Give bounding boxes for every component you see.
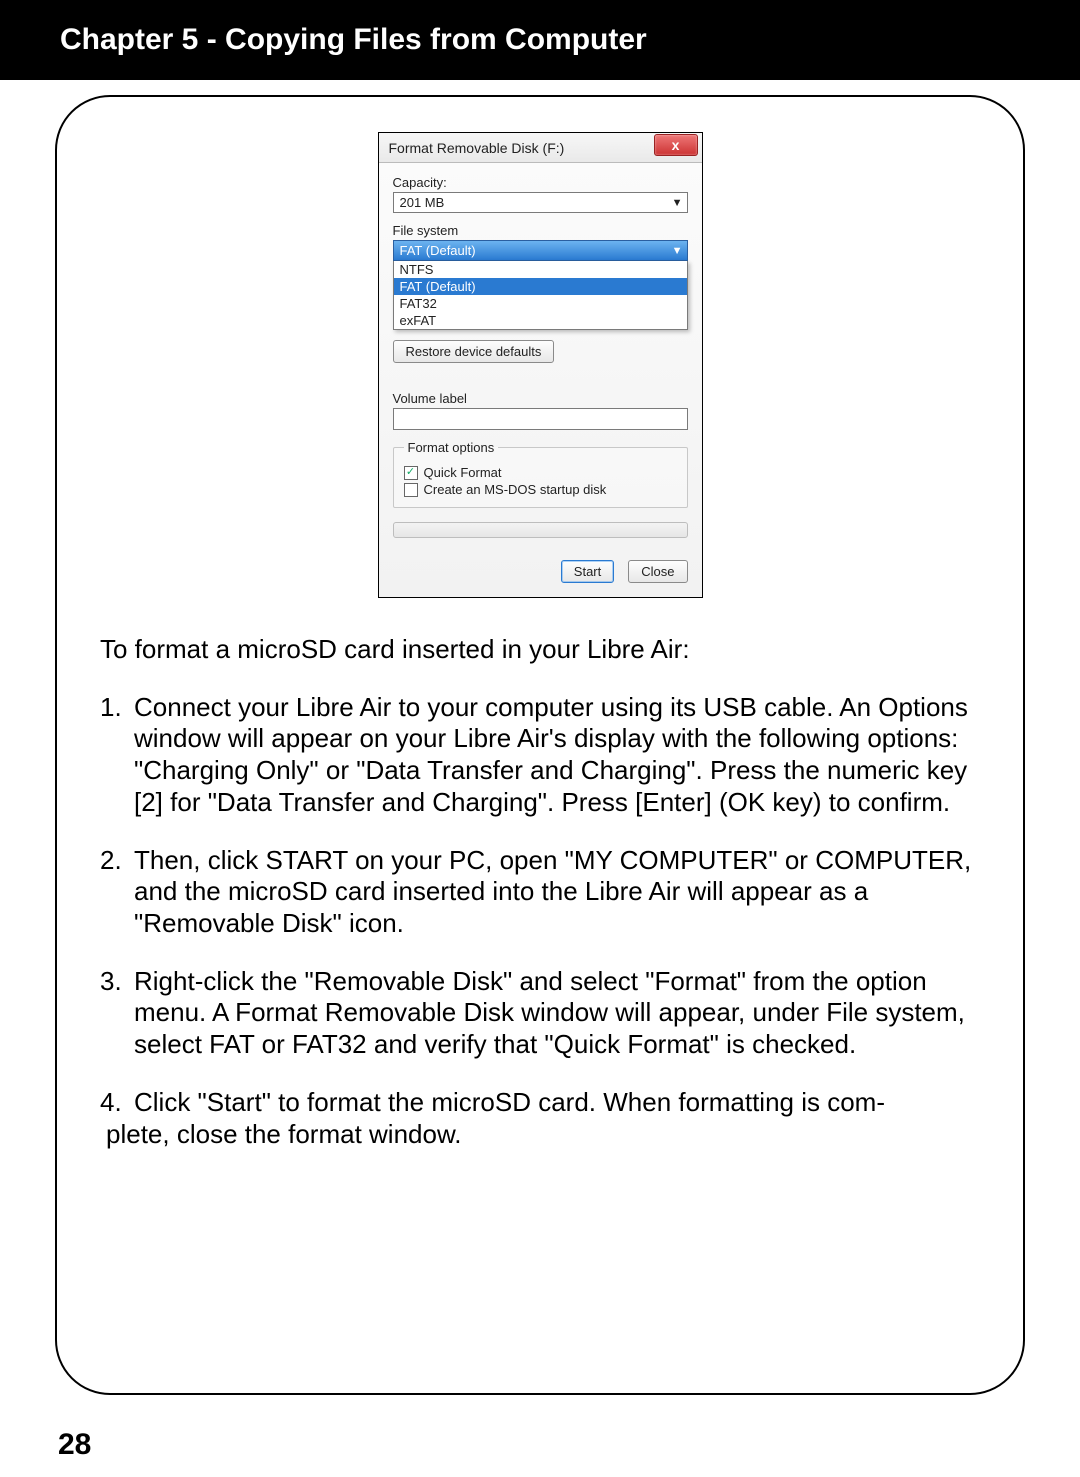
dialog-button-row: Start Close [393,560,688,583]
dialog-body: Capacity: 201 MB ▼ File system FAT (Defa… [379,163,702,597]
format-options-group: Format options ✓ Quick Format Create an … [393,440,688,508]
step-4: 4. Click "Start" to format the microSD c… [100,1087,988,1150]
fs-option-fat32[interactable]: FAT32 [394,295,687,312]
start-button[interactable]: Start [561,560,614,583]
step-3: 3. Right-click the "Removable Disk" and … [100,966,988,1061]
step-2: 2. Then, click START on your PC, open "M… [100,845,988,940]
quick-format-label: Quick Format [424,465,502,480]
restore-defaults-button[interactable]: Restore device defaults [393,340,555,363]
filesystem-dropdown-list[interactable]: NTFS FAT (Default) FAT32 exFAT [393,261,688,330]
content-frame: Format Removable Disk (F:) x Capacity: 2… [55,95,1025,1395]
chapter-header: Chapter 5 - Copying Files from Computer [0,0,1080,80]
filesystem-value: FAT (Default) [400,243,476,258]
dialog-title: Format Removable Disk (F:) [389,140,565,156]
volume-label-label: Volume label [393,391,688,406]
chevron-down-icon: ▼ [672,197,683,209]
dialog-wrapper: Format Removable Disk (F:) x Capacity: 2… [82,132,998,598]
chevron-down-icon: ▼ [672,245,683,257]
step-text: Then, click START on your PC, open "MY C… [134,845,988,940]
step-number: 3. [100,966,134,1061]
capacity-value: 201 MB [400,195,445,210]
intro-text: To format a microSD card inserted in you… [100,634,988,666]
capacity-combo[interactable]: 201 MB ▼ [393,192,688,213]
progress-bar [393,522,688,538]
step-text-line1: Click "Start" to format the microSD card… [134,1087,885,1119]
step-1: 1. Connect your Libre Air to your comput… [100,692,988,819]
page-number: 28 [58,1428,91,1462]
capacity-label: Capacity: [393,175,688,190]
steps-list: 1. Connect your Libre Air to your comput… [100,692,988,1151]
instruction-text: To format a microSD card inserted in you… [82,634,998,1150]
document-page: Chapter 5 - Copying Files from Computer … [0,0,1080,1477]
quick-format-checkbox[interactable]: ✓ [404,466,418,480]
step-number: 4. [100,1087,134,1119]
format-dialog: Format Removable Disk (F:) x Capacity: 2… [378,132,703,598]
step-number: 2. [100,845,134,940]
volume-label-input[interactable] [393,408,688,430]
chapter-title: Chapter 5 - Copying Files from Computer [60,23,647,57]
step-text-rest: plete, close the format window. [106,1119,988,1151]
step-number: 1. [100,692,134,819]
filesystem-combo[interactable]: FAT (Default) ▼ [393,240,688,261]
format-options-legend: Format options [404,440,499,455]
step-text: Connect your Libre Air to your computer … [134,692,988,819]
step-text: Right-click the "Removable Disk" and sel… [134,966,988,1061]
fs-option-exfat[interactable]: exFAT [394,312,687,329]
close-icon[interactable]: x [654,134,698,156]
close-button[interactable]: Close [628,560,687,583]
fs-option-ntfs[interactable]: NTFS [394,261,687,278]
dialog-titlebar: Format Removable Disk (F:) x [379,133,702,163]
filesystem-label: File system [393,223,688,238]
msdos-label: Create an MS-DOS startup disk [424,482,607,497]
fs-option-fat-default[interactable]: FAT (Default) [394,278,687,295]
msdos-checkbox[interactable] [404,483,418,497]
